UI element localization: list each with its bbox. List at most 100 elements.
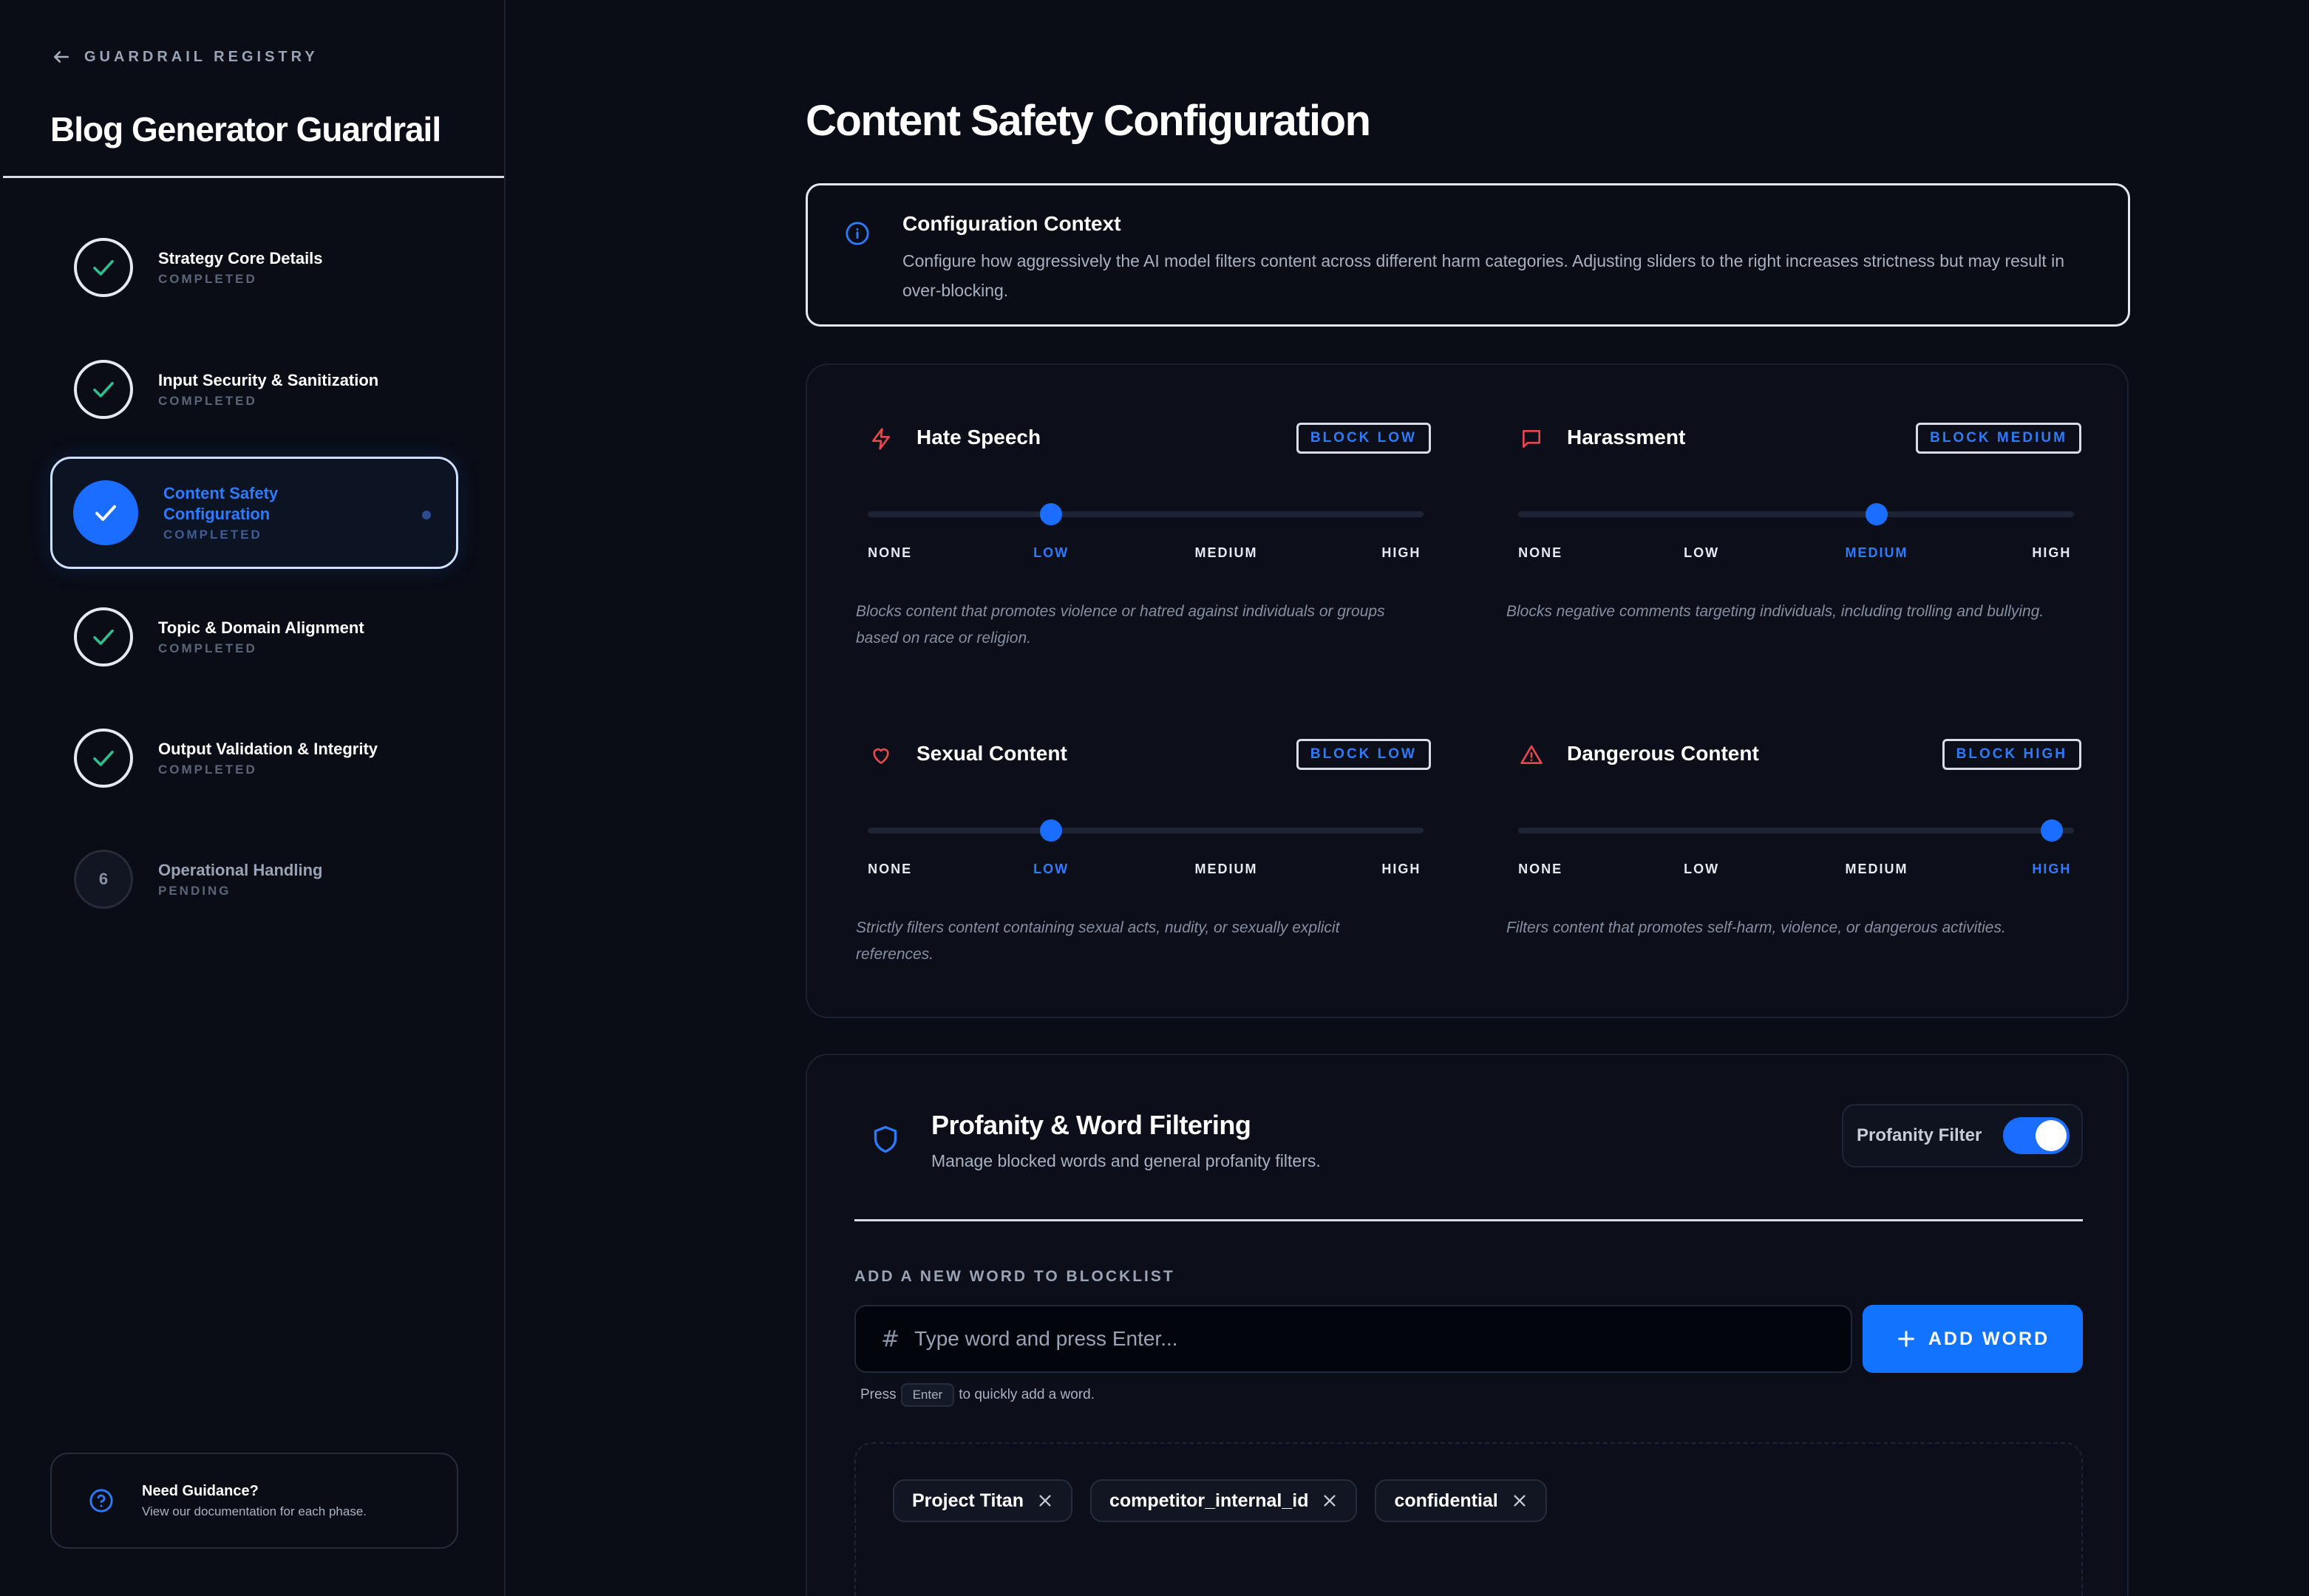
tick-medium: MEDIUM [1194,862,1258,876]
check-icon [93,381,114,398]
strictness-slider-thumb[interactable] [1040,503,1063,525]
step-title-line2: Configuration [163,505,271,523]
step-title: Output Validation & Integrity [158,740,378,758]
step-status: COMPLETED [158,763,257,777]
category-name: Dangerous Content [1567,742,1759,765]
blocked-word-chip: competitor_internal_id [1089,1479,1358,1522]
tick-high: HIGH [2032,545,2072,560]
step-complete-indicator [74,238,133,297]
category-description: Blocks content that promotes violence or… [856,603,1385,647]
profanity-filter-toggle[interactable] [2003,1117,2070,1154]
step-status: COMPLETED [158,394,257,408]
check-icon [93,750,114,766]
add-word-label: ADD WORD [1928,1328,2050,1349]
close-icon[interactable] [1322,1493,1338,1509]
step-title: Input Security & Sanitization [158,371,379,389]
keyboard-hint: Press Enter to quickly add a word. [860,1383,1095,1407]
blocked-word-chip: Project Titan [893,1479,1072,1522]
step-topic-domain[interactable]: Topic & Domain Alignment COMPLETED [74,607,364,666]
guidance-card[interactable]: Need Guidance? View our documentation fo… [50,1453,458,1549]
tick-none: NONE [1518,545,1563,560]
tick-high: HIGH [2032,862,2072,876]
context-body: Configure how aggressively the AI model … [902,251,2064,300]
strictness-slider-track[interactable] [1518,511,2074,517]
check-icon [93,259,114,276]
warning-icon [1520,745,1543,764]
strictness-slider-track[interactable] [868,828,1424,833]
tick-none: NONE [868,545,913,560]
strictness-slider-thumb[interactable] [1040,819,1063,842]
active-step-dot [422,511,431,519]
heart-icon [873,748,889,764]
enter-key: Enter [900,1383,955,1407]
step-complete-indicator [74,360,133,419]
context-title: Configuration Context [902,212,1121,235]
blocklist-word-input[interactable] [914,1327,1802,1351]
tick-none: NONE [868,862,913,876]
blocklist-input-container: # [854,1305,1852,1373]
category-name: Sexual Content [917,742,1067,765]
info-icon [846,222,869,245]
tick-low: LOW [1684,862,1720,876]
help-circle-icon [89,1489,113,1513]
profanity-title: Profanity & Word Filtering [931,1110,1251,1140]
app-root: GUARDRAIL REGISTRY Blog Generator Guardr… [0,0,2309,1596]
step-complete-indicator [74,729,133,788]
step-status: PENDING [158,884,231,898]
back-link-label: GUARDRAIL REGISTRY [84,48,319,65]
page-title: Content Safety Configuration [806,97,1371,145]
toggle-knob [2036,1120,2067,1151]
toggle-label: Profanity Filter [1857,1125,1982,1145]
category-name: Hate Speech [917,426,1041,449]
add-word-label: ADD A NEW WORD TO BLOCKLIST [854,1268,1175,1285]
plus-icon [1898,1331,1914,1347]
check-icon [93,629,114,645]
step-output-validation[interactable]: Output Validation & Integrity COMPLETED [74,729,378,788]
back-to-registry-link[interactable]: GUARDRAIL REGISTRY [52,47,319,66]
hash-icon: # [881,1326,900,1352]
tick-none: NONE [1518,862,1563,876]
tick-medium: MEDIUM [1194,545,1258,560]
category-description: Blocks negative comments targeting indiv… [1506,603,2044,620]
profanity-filter-toggle-group: Profanity Filter [1842,1104,2083,1167]
chip-label: competitor_internal_id [1109,1490,1309,1511]
add-word-button[interactable]: ADD WORD [1863,1305,2083,1373]
tick-high: HIGH [1381,862,1421,876]
step-content-safety[interactable]: Content Safety Configuration COMPLETED [50,457,458,569]
sidebar: GUARDRAIL REGISTRY Blog Generator Guardr… [0,0,506,1596]
check-icon [95,505,116,521]
lightning-icon [872,428,890,450]
chip-label: Project Titan [912,1490,1024,1511]
strictness-slider-track[interactable] [868,511,1424,517]
step-title: Topic & Domain Alignment [158,618,364,637]
step-operational-handling[interactable]: 6 Operational Handling PENDING [74,850,322,909]
step-input-security[interactable]: Input Security & Sanitization COMPLETED [74,360,378,419]
profanity-filter-panel: Profanity & Word Filtering Manage blocke… [806,1054,2129,1596]
hint-prefix: Press [860,1387,897,1402]
category-name: Harassment [1567,426,1686,449]
step-title: Operational Handling [158,861,323,879]
strictness-slider-track[interactable] [1518,828,2074,833]
step-strategy-core[interactable]: Strategy Core Details COMPLETED [74,238,323,297]
step-number-indicator: 6 [74,850,133,909]
arrow-left-icon [54,51,69,63]
chip-label: confidential [1394,1490,1498,1511]
tick-low: LOW [1033,862,1070,876]
block-level-badge: BLOCK LOW [1296,739,1431,770]
step-active-indicator [73,480,138,545]
strictness-slider-thumb[interactable] [1866,503,1888,525]
tick-low: LOW [1684,545,1720,560]
tick-medium: MEDIUM [1845,545,1908,560]
close-icon[interactable] [1511,1493,1528,1509]
tick-low: LOW [1033,545,1070,560]
step-status: COMPLETED [158,641,257,655]
block-level-badge: BLOCK LOW [1296,423,1431,454]
close-icon[interactable] [1037,1493,1053,1509]
app-title: Blog Generator Guardrail [50,110,441,149]
step-number: 6 [98,870,109,888]
category-description: Strictly filters content containing sexu… [856,919,1340,963]
block-level-badge: BLOCK MEDIUM [1916,423,2081,454]
step-status: COMPLETED [158,272,257,286]
strictness-slider-thumb[interactable] [2040,819,2063,842]
tick-medium: MEDIUM [1845,862,1908,876]
